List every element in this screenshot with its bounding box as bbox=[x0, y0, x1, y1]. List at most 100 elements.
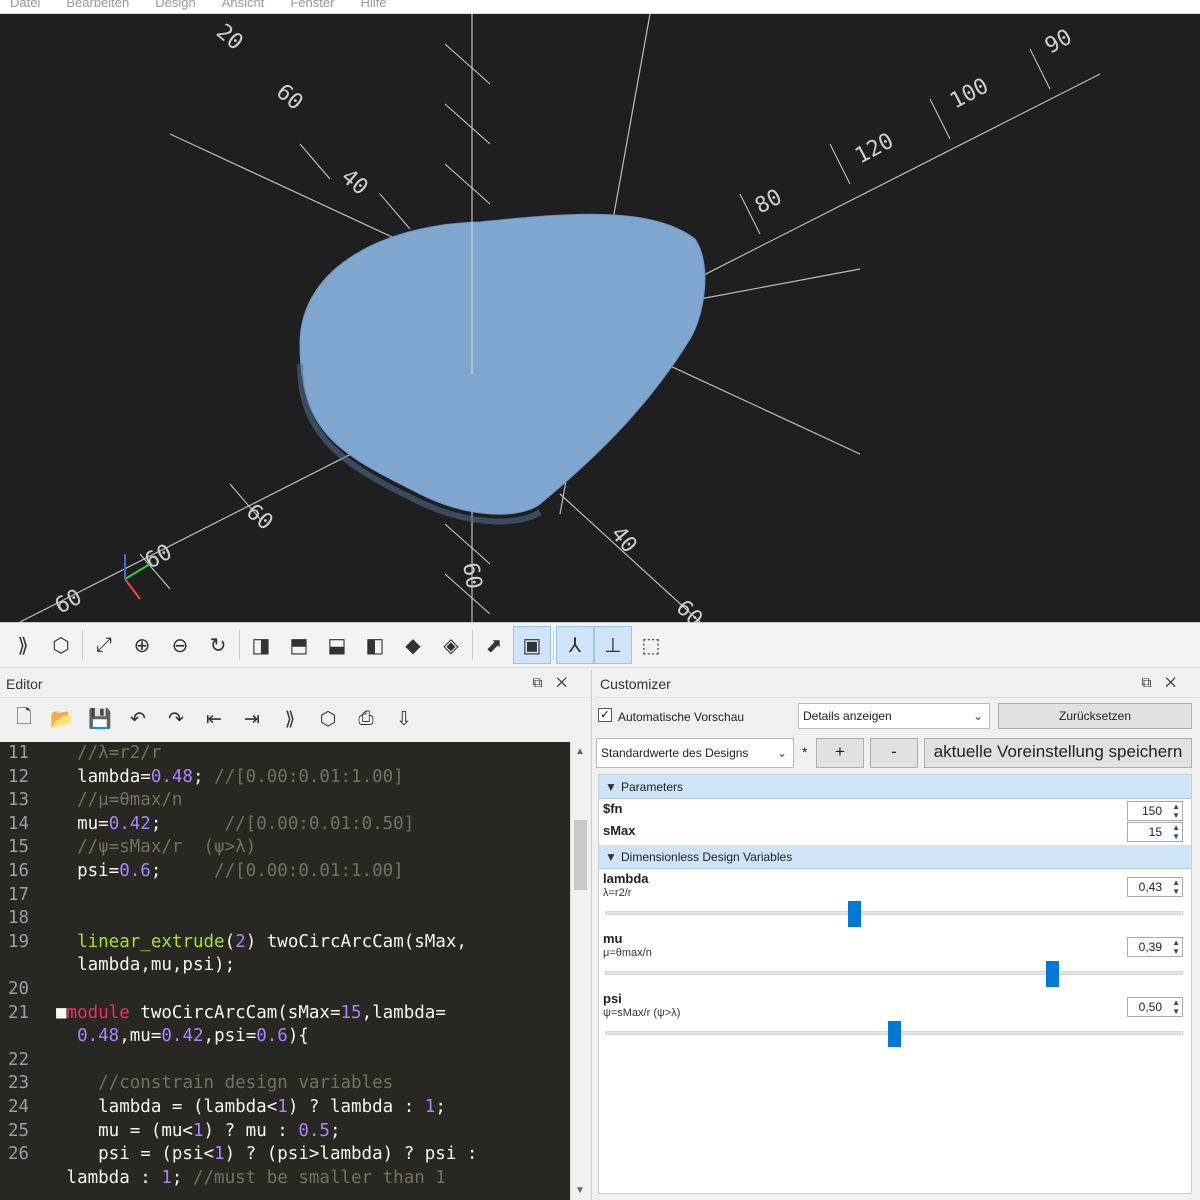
code-line[interactable]: 23 //constrain design variables bbox=[0, 1072, 570, 1096]
spin-arrows-icon[interactable]: ▲ ▼ bbox=[1172, 878, 1180, 896]
menu-file[interactable]: Datei bbox=[10, 0, 40, 9]
new-file-icon[interactable]: 🗋 bbox=[6, 702, 42, 736]
menu-view[interactable]: Ansicht bbox=[222, 0, 265, 9]
code-text[interactable]: mu=0.42; //[0.00:0.01:0.50] bbox=[56, 813, 414, 837]
code-line[interactable]: 26 psi = (psi<1) ? (psi>lambda) ? psi : bbox=[0, 1143, 570, 1167]
code-text[interactable]: //constrain design variables bbox=[56, 1072, 393, 1096]
reset-view-icon[interactable]: ↻ bbox=[199, 626, 237, 664]
psi-spinbox[interactable]: 0,50 ▲ ▼ bbox=[1127, 997, 1183, 1017]
code-text[interactable]: psi = (psi<1) ? (psi>lambda) ? psi : bbox=[56, 1143, 477, 1167]
preset-select[interactable]: Standardwerte des Designs ⌄ bbox=[596, 738, 794, 768]
code-line[interactable]: 13 //μ=θmax/n bbox=[0, 789, 570, 813]
group-header-parameters[interactable]: ▼ Parameters bbox=[599, 775, 1191, 799]
open-folder-icon[interactable]: 📂 bbox=[44, 702, 80, 736]
menu-window[interactable]: Fenster bbox=[290, 0, 334, 9]
code-line[interactable]: 18 bbox=[0, 907, 570, 931]
undo-icon[interactable]: ↶ bbox=[120, 702, 156, 736]
code-line[interactable]: 24 lambda = (lambda<1) ? lambda : 1; bbox=[0, 1096, 570, 1120]
add-preset-button[interactable]: + bbox=[816, 738, 864, 768]
code-text[interactable]: ■module twoCircArcCam(sMax=15,lambda= bbox=[56, 1002, 446, 1026]
spin-arrows-icon[interactable]: ▲ ▼ bbox=[1172, 802, 1180, 820]
group-header-design-variables[interactable]: ▼ Dimensionless Design Variables bbox=[599, 845, 1191, 869]
mu-spinbox[interactable]: 0,39 ▲ ▼ bbox=[1127, 937, 1183, 957]
code-line[interactable]: 22 bbox=[0, 1049, 570, 1073]
mu-slider-track[interactable] bbox=[605, 971, 1183, 975]
code-text[interactable]: lambda,mu,psi); bbox=[56, 954, 235, 978]
code-line[interactable]: 15 //ψ=sMax/r (ψ>λ) bbox=[0, 836, 570, 860]
mu-slider-thumb[interactable] bbox=[1045, 961, 1059, 987]
remove-preset-button[interactable]: - bbox=[870, 738, 918, 768]
code-text[interactable]: //λ=r2/r bbox=[56, 742, 161, 766]
code-text[interactable]: lambda : 1; //must be smaller than 1 bbox=[56, 1167, 446, 1191]
code-line[interactable]: 12 lambda=0.48; //[0.00:0.01:1.00] bbox=[0, 766, 570, 790]
menu-help[interactable]: Hilfe bbox=[360, 0, 386, 9]
code-text[interactable]: //μ=θmax/n bbox=[56, 789, 182, 813]
code-line[interactable]: 16 psi=0.6; //[0.00:0.01:1.00] bbox=[0, 860, 570, 884]
scroll-thumb[interactable] bbox=[574, 820, 587, 890]
preview-icon[interactable]: ⟫ bbox=[272, 702, 308, 736]
lambda-slider-track[interactable] bbox=[605, 911, 1183, 915]
lambda-spinbox[interactable]: 0,43 ▲ ▼ bbox=[1127, 877, 1183, 897]
view-all-icon[interactable]: ⤢ bbox=[85, 626, 123, 664]
view-back-icon[interactable]: ◈ bbox=[432, 626, 470, 664]
customizer-dock-controls[interactable]: ⧉✕ bbox=[1141, 674, 1190, 691]
show-axes-icon[interactable]: ⅄ bbox=[556, 626, 594, 664]
smax-spinbox[interactable]: 15 ▲ ▼ bbox=[1127, 822, 1183, 842]
menu-design[interactable]: Design bbox=[155, 0, 195, 9]
code-line[interactable]: 17 bbox=[0, 884, 570, 908]
code-text[interactable]: 0.48,mu=0.42,psi=0.6){ bbox=[56, 1025, 309, 1049]
spin-arrows-icon[interactable]: ▲ ▼ bbox=[1172, 938, 1180, 956]
code-line[interactable]: 19 linear_extrude(2) twoCircArcCam(sMax, bbox=[0, 931, 570, 955]
code-line[interactable]: 20 bbox=[0, 978, 570, 1002]
zoom-out-icon[interactable]: ⊖ bbox=[161, 626, 199, 664]
export-stl-icon[interactable]: ⎙ bbox=[348, 702, 384, 736]
code-line[interactable]: 11 //λ=r2/r bbox=[0, 742, 570, 766]
auto-preview-checkbox[interactable]: ✓ bbox=[598, 708, 612, 722]
redo-icon[interactable]: ↷ bbox=[158, 702, 194, 736]
code-text[interactable]: mu = (mu<1) ? mu : 0.5; bbox=[56, 1120, 340, 1144]
render-icon[interactable]: ⬡ bbox=[42, 626, 80, 664]
editor-scrollbar[interactable]: ▲ ▼ bbox=[570, 742, 590, 1200]
zoom-in-icon[interactable]: ⊕ bbox=[123, 626, 161, 664]
save-icon[interactable]: 💾 bbox=[82, 702, 118, 736]
view-bottom-icon[interactable]: ⬓ bbox=[318, 626, 356, 664]
code-line[interactable]: 25 mu = (mu<1) ? mu : 0.5; bbox=[0, 1120, 570, 1144]
preview-render-icon[interactable]: ⟫ bbox=[4, 626, 42, 664]
spin-arrows-icon[interactable]: ▲ ▼ bbox=[1172, 998, 1180, 1016]
code-text[interactable]: lambda = (lambda<1) ? lambda : 1; bbox=[56, 1096, 446, 1120]
code-line[interactable]: lambda,mu,psi); bbox=[0, 954, 570, 978]
view-left-icon[interactable]: ◧ bbox=[356, 626, 394, 664]
3d-viewport[interactable]: 20 60 40 90 100 120 80 60 40 60 60 60 40… bbox=[0, 14, 1200, 622]
send-to-print-icon[interactable]: ⇩ bbox=[386, 702, 422, 736]
code-text[interactable]: lambda=0.48; //[0.00:0.01:1.00] bbox=[56, 766, 404, 790]
editor-dock-controls[interactable]: ⧉✕ bbox=[532, 674, 581, 691]
save-preset-button[interactable]: aktuelle Voreinstellung speichern bbox=[924, 738, 1192, 768]
spin-arrows-icon[interactable]: ▲ ▼ bbox=[1172, 823, 1180, 841]
reset-button[interactable]: Zurücksetzen bbox=[998, 703, 1192, 729]
code-line[interactable]: 0.48,mu=0.42,psi=0.6){ bbox=[0, 1025, 570, 1049]
scroll-up-icon[interactable]: ▲ bbox=[575, 746, 585, 757]
view-front-icon[interactable]: ◆ bbox=[394, 626, 432, 664]
scroll-down-icon[interactable]: ▼ bbox=[575, 1185, 585, 1196]
menu-edit[interactable]: Bearbeiten bbox=[66, 0, 129, 9]
orthogonal-icon[interactable]: ▣ bbox=[513, 626, 551, 664]
code-text[interactable]: //ψ=sMax/r (ψ>λ) bbox=[56, 836, 256, 860]
lambda-slider-thumb[interactable] bbox=[847, 901, 861, 927]
psi-slider-thumb[interactable] bbox=[887, 1021, 901, 1047]
code-text[interactable]: linear_extrude(2) twoCircArcCam(sMax, bbox=[56, 931, 467, 955]
unindent-icon[interactable]: ⇤ bbox=[196, 702, 232, 736]
fn-spinbox[interactable]: 150 ▲ ▼ bbox=[1127, 801, 1183, 821]
code-editor[interactable]: 11 //λ=r2/r 12 lambda=0.48; //[0.00:0.01:… bbox=[0, 742, 570, 1200]
details-select[interactable]: Details anzeigen ⌄ bbox=[798, 703, 990, 729]
show-scale-icon[interactable]: ⊥ bbox=[594, 626, 632, 664]
code-text[interactable]: psi=0.6; //[0.00:0.01:1.00] bbox=[56, 860, 404, 884]
perspective-icon[interactable]: ⬈ bbox=[475, 626, 513, 664]
view-right-icon[interactable]: ◨ bbox=[242, 626, 280, 664]
code-line[interactable]: 14 mu=0.42; //[0.00:0.01:0.50] bbox=[0, 813, 570, 837]
render-icon[interactable]: ⬡ bbox=[310, 702, 346, 736]
show-edges-icon[interactable]: ⬚ bbox=[632, 626, 670, 664]
code-line[interactable]: 21 ■module twoCircArcCam(sMax=15,lambda= bbox=[0, 1002, 570, 1026]
view-top-icon[interactable]: ⬒ bbox=[280, 626, 318, 664]
code-line[interactable]: lambda : 1; //must be smaller than 1 bbox=[0, 1167, 570, 1191]
indent-icon[interactable]: ⇥ bbox=[234, 702, 270, 736]
